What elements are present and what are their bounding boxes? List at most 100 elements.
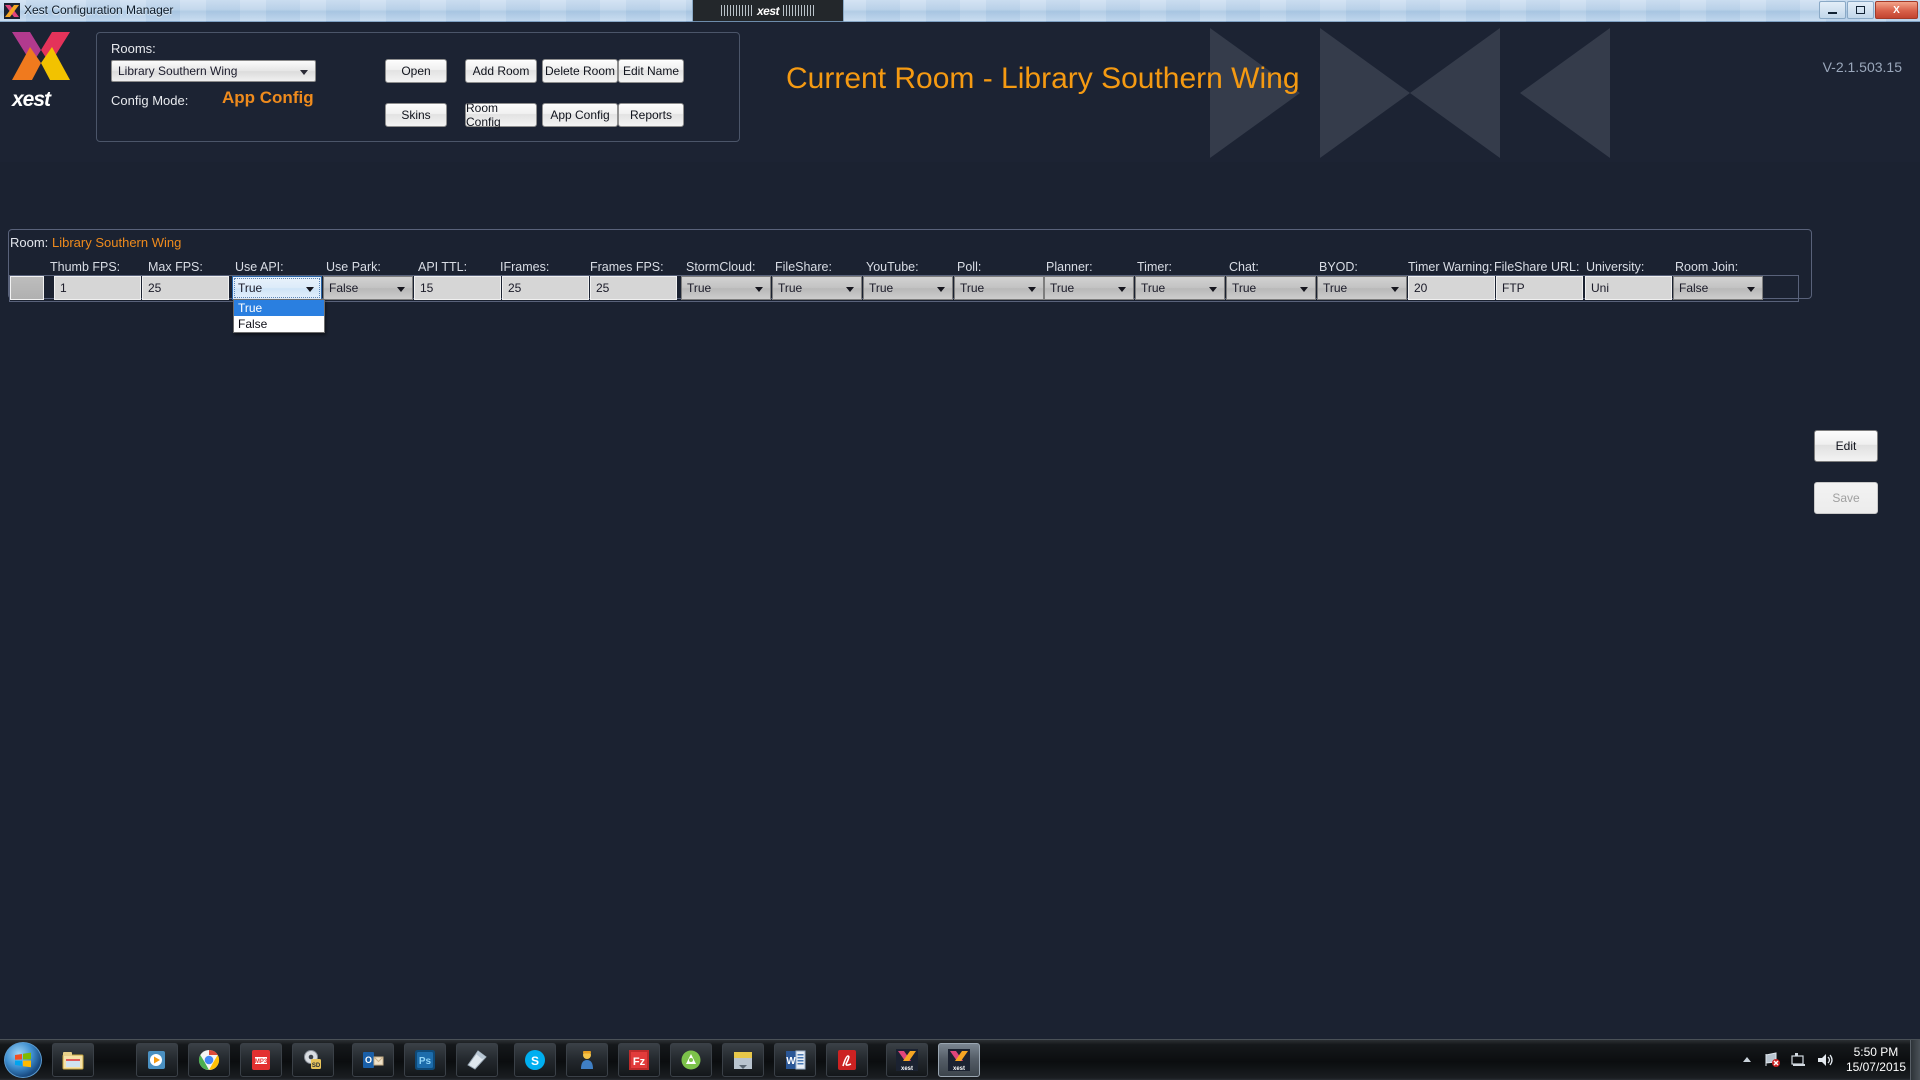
- combo-cell-chat[interactable]: True: [1226, 276, 1316, 300]
- combo-cell-use-api[interactable]: True: [232, 276, 322, 300]
- text-cell-timer-warning[interactable]: 20: [1408, 276, 1495, 300]
- combo-cell-timer[interactable]: True: [1135, 276, 1225, 300]
- taskbar-item-sd-formatter[interactable]: SD: [292, 1043, 334, 1077]
- taskbar-item-photoshop[interactable]: Ps: [404, 1043, 446, 1077]
- chip-label: xest: [756, 3, 780, 18]
- outlook-icon: O: [363, 1052, 384, 1068]
- network-error-icon[interactable]: [1764, 1052, 1782, 1068]
- xest-logo: xest: [10, 30, 82, 111]
- filezilla-icon: Fz: [629, 1050, 649, 1070]
- column-header-poll: Poll:: [957, 260, 982, 274]
- chevron-down-icon: [1747, 287, 1755, 292]
- column-header-use-api: Use API:: [235, 260, 284, 274]
- cell-value-room-join: False: [1679, 281, 1709, 295]
- combo-cell-room-join[interactable]: False: [1673, 276, 1763, 300]
- use-api-dropdown-list[interactable]: True False: [233, 299, 325, 333]
- column-header-timer: Timer:: [1137, 260, 1172, 274]
- taskbar-item-filezilla[interactable]: Fz: [618, 1043, 660, 1077]
- taskbar-item-google-chrome[interactable]: [188, 1043, 230, 1077]
- text-cell-api-ttl[interactable]: 15: [414, 276, 501, 300]
- grid-room-label: Room:: [10, 235, 49, 250]
- column-header-university: University:: [1586, 260, 1645, 274]
- taskbar-item-skype[interactable]: S: [514, 1043, 556, 1077]
- header-button-skins[interactable]: Skins: [385, 103, 447, 127]
- column-header-stormcloud: StormCloud:: [686, 260, 756, 274]
- header-button-delete-room[interactable]: Delete Room: [542, 59, 618, 83]
- cell-value-timer-warning: 20: [1414, 281, 1428, 295]
- rooms-dropdown-value: Library Southern Wing: [118, 64, 238, 78]
- close-button[interactable]: X: [1875, 1, 1918, 19]
- text-cell-frames-fps[interactable]: 25: [590, 276, 677, 300]
- chevron-down-icon: [397, 287, 405, 292]
- media-player-icon: [148, 1051, 165, 1069]
- text-cell-max-fps[interactable]: 25: [142, 276, 229, 300]
- combo-cell-youtube[interactable]: True: [863, 276, 953, 300]
- dropdown-option-false[interactable]: False: [234, 316, 324, 332]
- header-button-open[interactable]: Open: [385, 59, 447, 83]
- taskbar-item-worker-app[interactable]: [566, 1043, 608, 1077]
- taskbar-item-microsoft-word[interactable]: W: [774, 1043, 816, 1077]
- cell-value-frames-fps: 25: [596, 281, 610, 295]
- minimize-button[interactable]: [1819, 1, 1846, 19]
- taskbar-item-outlook[interactable]: O: [352, 1043, 394, 1077]
- text-cell-fileshare-url[interactable]: FTP: [1496, 276, 1583, 300]
- taskbar-item-adobe-reader[interactable]: [826, 1043, 868, 1077]
- column-header-max-fps: Max FPS:: [148, 260, 203, 274]
- config-mode-label: Config Mode:: [111, 93, 189, 108]
- show-desktop-button[interactable]: [1910, 1040, 1920, 1080]
- taskbar-item-mp3-tool[interactable]: MP3: [240, 1043, 282, 1077]
- clock[interactable]: 5:50 PM 15/07/2015: [1846, 1045, 1906, 1075]
- text-cell-thumb-fps[interactable]: 1: [54, 276, 141, 300]
- column-header-thumb-fps: Thumb FPS:: [50, 260, 121, 274]
- combo-cell-planner[interactable]: True: [1044, 276, 1134, 300]
- page-title: Current Room - Library Southern Wing: [786, 62, 1300, 95]
- clock-date: 15/07/2015: [1845, 1060, 1906, 1074]
- dropdown-option-true[interactable]: True: [234, 300, 324, 316]
- text-cell-iframes[interactable]: 25: [502, 276, 589, 300]
- header-button-add-room[interactable]: Add Room: [465, 59, 537, 83]
- rooms-dropdown[interactable]: Library Southern Wing: [111, 60, 316, 82]
- maximize-button[interactable]: [1847, 1, 1874, 19]
- chip-bars-right: [783, 5, 816, 16]
- windows-taskbar: MP3 SD O Ps S Fz Wxest xest 5:50 PM 15/0…: [0, 1039, 1920, 1080]
- header-button-room-config[interactable]: Room Config: [465, 101, 537, 129]
- action-center-icon[interactable]: [1790, 1052, 1808, 1068]
- start-button[interactable]: [4, 1042, 42, 1078]
- chevron-down-icon: [1209, 287, 1217, 292]
- header-button-app-config[interactable]: App Config: [542, 103, 618, 127]
- main-content: Room: Library Southern Wing Thumb FPS: Ma…: [0, 162, 1920, 1040]
- combo-cell-stormcloud[interactable]: True: [681, 276, 771, 300]
- column-header-byod: BYOD:: [1319, 260, 1358, 274]
- combo-cell-poll[interactable]: True: [954, 276, 1044, 300]
- chevron-down-icon: [755, 287, 763, 292]
- column-header-fileshare-url: FileShare URL:: [1494, 260, 1580, 274]
- window-titlebar: Xest Configuration Manager xest X: [0, 0, 1920, 22]
- show-hidden-icons-icon[interactable]: [1740, 1053, 1754, 1067]
- worker-app-icon: [581, 1051, 593, 1069]
- combo-cell-use-park[interactable]: False: [323, 276, 413, 300]
- combo-cell-fileshare[interactable]: True: [772, 276, 862, 300]
- header-button-reports[interactable]: Reports: [618, 103, 684, 127]
- svg-text:MP3: MP3: [255, 1059, 268, 1065]
- combo-cell-byod[interactable]: True: [1317, 276, 1407, 300]
- android-studio-icon: [681, 1050, 701, 1070]
- row-selector-cell[interactable]: [10, 276, 44, 300]
- taskbar-item-android-studio[interactable]: [670, 1043, 712, 1077]
- sd-formatter-icon: SD: [304, 1050, 321, 1069]
- xest-logo-mark: [12, 32, 70, 80]
- text-cell-university[interactable]: Uni: [1585, 276, 1672, 300]
- taskbar-item-xest-app-1[interactable]: xest: [886, 1043, 928, 1077]
- cell-value-byod: True: [1323, 281, 1348, 295]
- column-header-planner: Planner:: [1046, 260, 1093, 274]
- taskbar-item-xest-app-2[interactable]: xest: [938, 1043, 980, 1077]
- edit-button[interactable]: Edit: [1814, 430, 1878, 462]
- chevron-down-icon: [1028, 287, 1036, 292]
- taskbar-item-download-manager[interactable]: [722, 1043, 764, 1077]
- taskbar-item-media-player[interactable]: [136, 1043, 178, 1077]
- column-header-youtube: YouTube:: [866, 260, 919, 274]
- volume-icon[interactable]: [1816, 1052, 1836, 1068]
- svg-text:Fz: Fz: [633, 1056, 646, 1068]
- taskbar-item-windows-explorer[interactable]: [52, 1043, 94, 1077]
- header-button-edit-name[interactable]: Edit Name: [618, 59, 684, 83]
- taskbar-item-paint-net[interactable]: [456, 1043, 498, 1077]
